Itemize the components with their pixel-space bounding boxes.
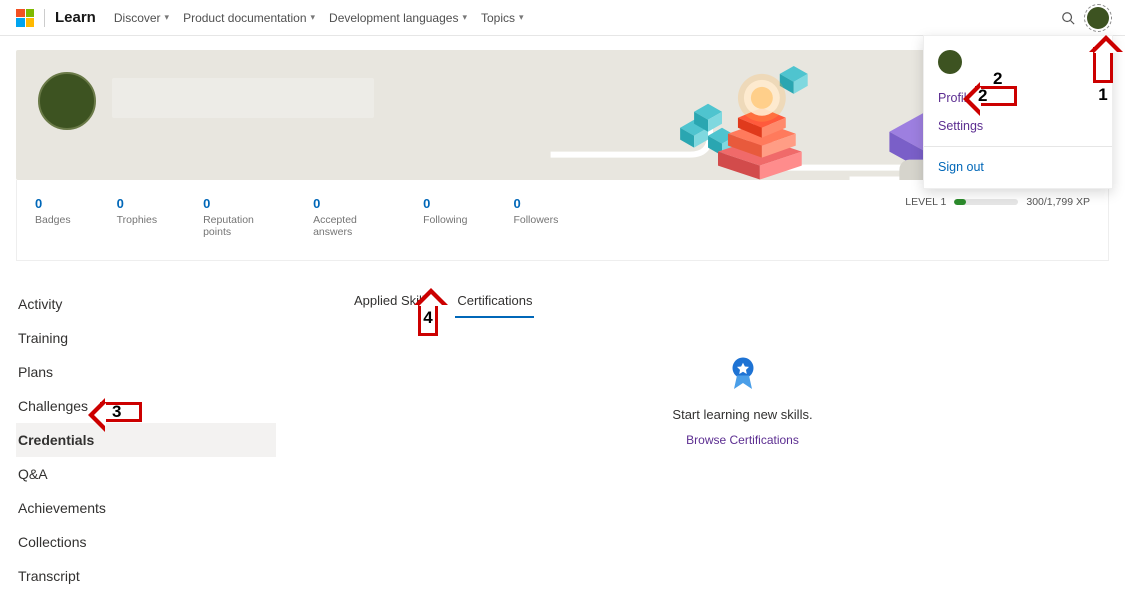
sidebar-item-collections[interactable]: Collections bbox=[16, 525, 276, 559]
sidebar-item-qa[interactable]: Q&A bbox=[16, 457, 276, 491]
sidebar-item-challenges[interactable]: Challenges bbox=[16, 389, 276, 423]
stat-trophies[interactable]: 0Trophies bbox=[117, 196, 157, 226]
menu-item-settings[interactable]: Settings bbox=[924, 112, 1112, 140]
chevron-down-icon: ▾ bbox=[519, 12, 524, 23]
subtab-applied-skills[interactable]: Applied Skills bbox=[352, 287, 433, 318]
level-indicator: LEVEL 1 300/1,799 XP bbox=[905, 196, 1090, 208]
credentials-subtabs: Applied Skills Certifications bbox=[316, 287, 1109, 318]
empty-state-message: Start learning new skills. bbox=[376, 407, 1109, 422]
brand-title[interactable]: Learn bbox=[55, 9, 96, 26]
menu-divider bbox=[924, 146, 1112, 147]
nav-topics[interactable]: Topics▾ bbox=[481, 11, 524, 25]
sidebar-item-plans[interactable]: Plans bbox=[16, 355, 276, 389]
stats-row: 0Badges 0Trophies 0Reputation points 0Ac… bbox=[16, 180, 1109, 261]
profile-name-placeholder bbox=[112, 78, 374, 118]
browse-certifications-link[interactable]: Browse Certifications bbox=[686, 433, 799, 447]
sidebar-item-activity[interactable]: Activity bbox=[16, 287, 276, 321]
stat-following[interactable]: 0Following bbox=[423, 196, 467, 226]
menu-item-signout[interactable]: Sign out bbox=[924, 153, 1112, 188]
stat-reputation[interactable]: 0Reputation points bbox=[203, 196, 267, 238]
ribbon-badge-icon bbox=[725, 356, 761, 392]
user-menu-dropdown: Profile Settings Sign out bbox=[923, 35, 1113, 189]
chevron-down-icon: ▾ bbox=[462, 12, 467, 23]
user-avatar-button[interactable] bbox=[1087, 7, 1109, 29]
profile-avatar bbox=[38, 72, 96, 130]
sidebar-item-credentials[interactable]: Credentials bbox=[16, 423, 276, 457]
xp-text: 300/1,799 XP bbox=[1026, 196, 1090, 208]
chevron-down-icon: ▾ bbox=[311, 12, 316, 23]
certifications-empty-state: Start learning new skills. Browse Certif… bbox=[376, 356, 1109, 447]
stat-followers[interactable]: 0Followers bbox=[513, 196, 558, 226]
logo-divider bbox=[44, 9, 45, 27]
xp-progress-bar bbox=[954, 199, 1018, 205]
nav-product-documentation[interactable]: Product documentation▾ bbox=[183, 11, 315, 25]
global-header: Learn Discover▾ Product documentation▾ D… bbox=[0, 0, 1125, 36]
nav-development-languages[interactable]: Development languages▾ bbox=[329, 11, 467, 25]
top-nav: Discover▾ Product documentation▾ Develop… bbox=[114, 11, 524, 25]
profile-side-nav: Activity Training Plans Challenges Crede… bbox=[16, 287, 276, 593]
main-content: Applied Skills Certifications 4 Start le… bbox=[316, 287, 1109, 593]
menu-item-profile[interactable]: Profile bbox=[924, 84, 1112, 112]
search-icon[interactable] bbox=[1061, 11, 1075, 25]
sidebar-item-achievements[interactable]: Achievements bbox=[16, 491, 276, 525]
level-label: LEVEL 1 bbox=[905, 196, 946, 208]
microsoft-logo-icon[interactable] bbox=[16, 9, 34, 27]
user-avatar-icon bbox=[938, 50, 962, 74]
stat-accepted-answers[interactable]: 0Accepted answers bbox=[313, 196, 377, 238]
stat-badges[interactable]: 0Badges bbox=[35, 196, 71, 226]
chevron-down-icon: ▾ bbox=[165, 12, 170, 23]
sidebar-item-training[interactable]: Training bbox=[16, 321, 276, 355]
nav-discover[interactable]: Discover▾ bbox=[114, 11, 169, 25]
subtab-certifications[interactable]: Certifications bbox=[455, 287, 534, 318]
